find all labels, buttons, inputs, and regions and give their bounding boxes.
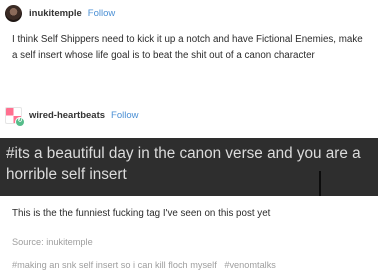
tag-screenshot-image: #its a beautiful day in the canon verse …: [0, 138, 378, 196]
username-inukitemple[interactable]: inukitemple: [29, 8, 82, 19]
original-post-header: inukitemple Follow: [5, 5, 115, 22]
follow-button[interactable]: Follow: [111, 110, 138, 121]
tag-item[interactable]: #venomtalks: [224, 260, 276, 270]
original-post-text: I think Self Shippers need to kick it up…: [12, 34, 363, 61]
reblog-text: This is the the funniest fucking tag I'v…: [12, 208, 271, 219]
tag-item[interactable]: #making an snk self insert so i can kill…: [12, 260, 217, 270]
tag-screenshot-text: #its a beautiful day in the canon verse …: [6, 145, 361, 183]
reblog-header: ↻ wired-heartbeats Follow: [5, 107, 138, 127]
tumblr-post: inukitemple Follow I think Self Shippers…: [0, 0, 378, 276]
username-wired-heartbeats[interactable]: wired-heartbeats: [29, 110, 105, 121]
tag-list: #making an snk self insert so i can kill…: [12, 260, 276, 270]
reblog-badge-icon: ↻: [15, 117, 25, 127]
avatar-wired-heartbeats[interactable]: ↻: [5, 107, 25, 127]
source-link[interactable]: Source: inukitemple: [12, 237, 93, 247]
follow-button[interactable]: Follow: [88, 8, 115, 19]
text-cursor: [319, 171, 321, 196]
avatar-inukitemple[interactable]: [5, 5, 22, 22]
